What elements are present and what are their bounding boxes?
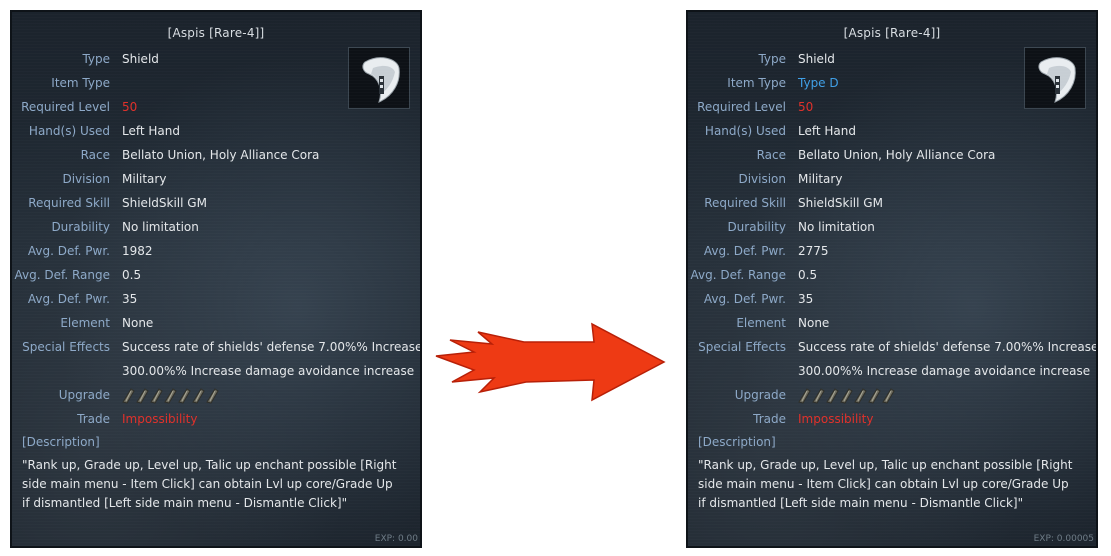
talic-slot-icon <box>868 388 881 404</box>
exp-readout: EXP: 0.00005 <box>1033 534 1094 544</box>
row-avg-def-range: Avg. Def. Range 0.5 <box>14 268 142 282</box>
talic-slot-icon <box>826 388 839 404</box>
talic-slot-icon <box>812 388 825 404</box>
row-avg-def-range: Avg. Def. Range 0.5 <box>690 268 818 282</box>
row-special-effects: Special Effects Success rate of shields' … <box>22 340 422 354</box>
row-avg-def-pwr-2: Avg. Def. Pwr. 35 <box>27 292 138 306</box>
row-special-effects: Special Effects Success rate of shields' … <box>698 340 1098 354</box>
row-type: Type Shield <box>82 52 159 66</box>
item-title: [Aspis [Rare-4]] <box>843 26 941 40</box>
row-element: Element None <box>736 316 830 330</box>
item-tooltip-after: [Aspis [Rare-4]] Type Shield Item Type Typ… <box>686 10 1098 548</box>
row-item-type: Item Type Type D <box>727 76 839 90</box>
row-item-type: Item Type <box>51 76 110 90</box>
row-trade: Trade Impossibility <box>77 412 198 426</box>
row-upgrade: Upgrade <box>12 385 420 405</box>
row-division: Division Military <box>738 172 843 186</box>
talic-slot-icon <box>854 388 867 404</box>
row-element: Element None <box>60 316 154 330</box>
talic-slot-icon <box>122 388 135 404</box>
description-text: "Rank up, Grade up, Level up, Talic up e… <box>698 458 1073 510</box>
exp-readout: EXP: 0.00 <box>374 534 418 544</box>
row-trade: Trade Impossibility <box>753 412 874 426</box>
item-title: [Aspis [Rare-4]] <box>167 26 265 40</box>
description-heading: [Description] <box>698 435 776 449</box>
talic-slot-icon <box>882 388 895 404</box>
row-special-effects-2: 300.00%% Increase damage avoidance incre… <box>122 364 415 378</box>
description-text: "Rank up, Grade up, Level up, Talic up e… <box>22 458 397 510</box>
talic-slot-icon <box>206 388 219 404</box>
row-hands-used: Hand(s) Used Left Hand <box>704 124 856 138</box>
talic-slot-icon <box>840 388 853 404</box>
row-required-level: Required Level 50 <box>21 100 138 114</box>
upgrade-slots <box>122 388 220 404</box>
row-required-level: Required Level 50 <box>697 100 814 114</box>
talic-slot-icon <box>136 388 149 404</box>
row-required-skill: Required Skill ShieldSkill GM <box>28 196 207 210</box>
row-type: Type Shield <box>758 52 835 66</box>
talic-slot-icon <box>178 388 191 404</box>
row-division: Division Military <box>62 172 167 186</box>
row-race: Race Bellato Union, Holy Alliance Cora <box>756 148 996 162</box>
talic-slot-icon <box>164 388 177 404</box>
row-durability: Durability No limitation <box>51 220 199 234</box>
row-avg-def-pwr: Avg. Def. Pwr. 2775 <box>703 244 829 258</box>
row-hands-used: Hand(s) Used Left Hand <box>28 124 180 138</box>
row-required-skill: Required Skill ShieldSkill GM <box>704 196 883 210</box>
row-durability: Durability No limitation <box>727 220 875 234</box>
item-tooltip-before: [Aspis [Rare-4]] Type Shield Item Type Re… <box>10 10 422 548</box>
row-upgrade: Upgrade <box>688 385 1096 405</box>
row-avg-def-pwr: Avg. Def. Pwr. 1982 <box>27 244 153 258</box>
talic-slot-icon <box>192 388 205 404</box>
row-avg-def-pwr-2: Avg. Def. Pwr. 35 <box>703 292 814 306</box>
description-heading: [Description] <box>22 435 100 449</box>
row-special-effects-2: 300.00%% Increase damage avoidance incre… <box>798 364 1091 378</box>
arrow-right-icon <box>435 322 666 402</box>
talic-slot-icon <box>798 388 811 404</box>
upgrade-slots <box>798 388 896 404</box>
talic-slot-icon <box>150 388 163 404</box>
row-race: Race Bellato Union, Holy Alliance Cora <box>80 148 320 162</box>
